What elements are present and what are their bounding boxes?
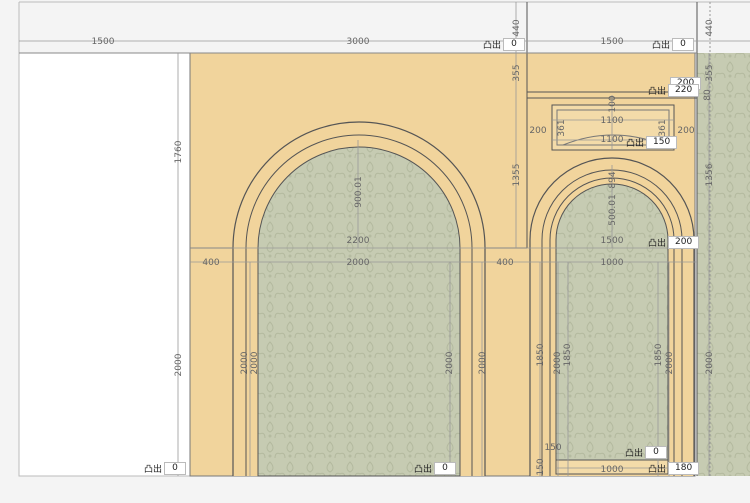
tag-value[interactable]: 220 [668,84,700,97]
dim-small-bottom: 1000 [601,465,624,475]
tag-value[interactable]: 150 [646,136,678,149]
elevation-canvas: 1500 3000 1500 440 440 1760 2000 900.01 … [0,0,750,503]
tag-value[interactable]: 180 [668,462,700,475]
dim-small-left-a: 1850 [536,343,546,366]
dim-small-bottom-150: 150 [536,458,546,475]
tag-value[interactable]: 200 [668,236,700,249]
tag-label: 凸出 [626,139,645,149]
protrusion-tag-band[interactable]: 凸出 220 [648,84,700,97]
tag-value[interactable]: 0 [164,462,187,475]
tag-value[interactable]: 0 [434,462,457,475]
dim-panel-200-left: 200 [529,126,546,136]
dim-1500-right: 1500 [601,37,624,47]
tag-label: 凸出 [648,465,667,475]
dim-355: 355 [512,64,522,81]
dim-panel-361-left: 361 [557,119,567,136]
dim-arch-outer: 2200 [347,236,370,246]
dim-small-outer: 1500 [601,236,624,246]
tag-label: 凸出 [483,41,502,51]
dim-left-jamb: 2000 [240,351,250,374]
dim-far-2000: 2000 [705,351,715,374]
protrusion-tag-bottom-right[interactable]: 凸出 180 [648,462,700,475]
tag-label: 凸出 [648,87,667,97]
dim-2000-left: 2000 [174,353,184,376]
protrusion-tag-top-right[interactable]: 凸出 0 [652,38,695,51]
right-wallpaper-strip [697,53,750,476]
dim-far-1356: 1356 [705,163,715,186]
dim-small-150: 150 [544,443,561,453]
dim-far-355: 355 [705,64,715,81]
dim-1760: 1760 [174,140,184,163]
dim-left-pier: 400 [202,258,219,268]
dim-440-b: 440 [705,19,715,36]
dim-small-right-a: 1850 [654,343,664,366]
dim-right-jamb-2: 2000 [478,351,488,374]
protrusion-tag-top-mid[interactable]: 凸出 0 [483,38,526,51]
dim-small-left-b: 2000 [553,351,563,374]
dim-small-rise-2: 894 [608,171,618,188]
elevation-drawing: 1500 3000 1500 440 440 1760 2000 900.01 … [0,0,750,503]
protrusion-tag-small-arch[interactable]: 凸出 200 [648,236,700,249]
dim-right-jamb: 2000 [445,351,455,374]
dim-panel-100: 100 [608,95,618,112]
dim-small-right-b: 2000 [665,351,675,374]
protrusion-tag-panel[interactable]: 凸出 150 [626,136,678,149]
tag-value[interactable]: 0 [645,446,668,459]
dim-right-pier: 400 [496,258,513,268]
tag-label: 凸出 [144,465,163,475]
protrusion-tag-big-arch[interactable]: 凸出 0 [414,462,457,475]
dim-small-rise: 500.01 [608,194,618,226]
tag-label: 凸出 [414,465,433,475]
tag-label: 凸出 [648,239,667,249]
left-blank-area [18,52,191,477]
dim-panel-1100a: 1100 [601,116,624,126]
protrusion-tag-left[interactable]: 凸出 0 [144,462,187,475]
tag-label: 凸出 [625,449,644,459]
tag-value[interactable]: 0 [672,38,695,51]
dim-3000: 3000 [347,37,370,47]
dim-small-inner: 1000 [601,258,624,268]
dim-440-a: 440 [512,19,522,36]
dim-arch-rise: 900.01 [354,176,364,208]
dim-1355: 1355 [512,164,522,187]
dim-80: 80 [703,89,713,101]
dim-arch-inner: 2000 [347,258,370,268]
dim-small-left-c: 1850 [563,343,573,366]
dim-1500-left: 1500 [92,37,115,47]
dim-panel-200-right: 200 [677,126,694,136]
tag-value[interactable]: 0 [503,38,526,51]
dim-left-jamb-2: 2000 [250,351,260,374]
tag-label: 凸出 [652,41,671,51]
protrusion-tag-small-base[interactable]: 凸出 0 [625,446,668,459]
dim-panel-1100b: 1100 [601,135,624,145]
dim-panel-361-right: 361 [658,119,668,136]
